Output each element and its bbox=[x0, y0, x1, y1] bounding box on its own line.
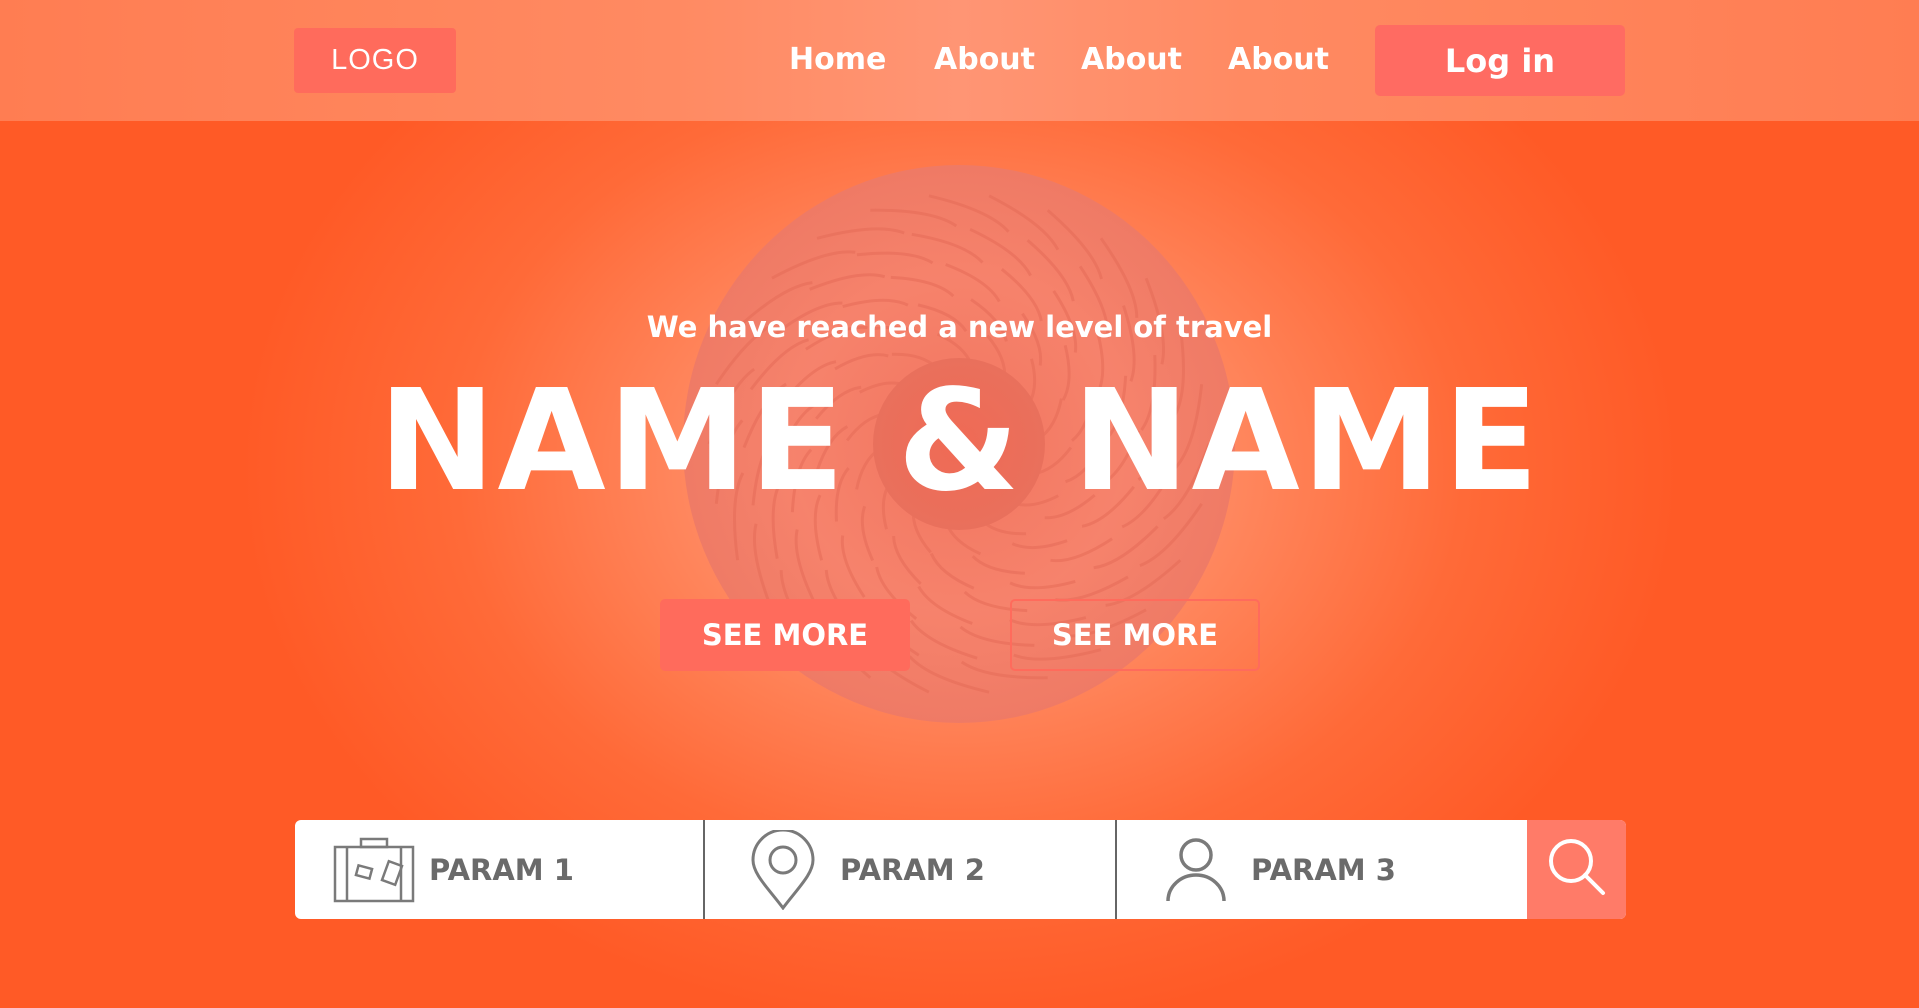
hero-title: NAME & NAME bbox=[378, 360, 1541, 523]
user-icon bbox=[1165, 837, 1227, 903]
param-2-field[interactable]: PARAM 2 bbox=[750, 820, 985, 919]
param-3-field[interactable]: PARAM 3 bbox=[1165, 820, 1396, 919]
location-pin-icon bbox=[750, 829, 816, 910]
param-2-label: PARAM 2 bbox=[840, 852, 985, 887]
search-bar: PARAM 1 PARAM 2 PARAM 3 bbox=[295, 820, 1626, 919]
param-3-label: PARAM 3 bbox=[1251, 852, 1396, 887]
search-button[interactable] bbox=[1527, 820, 1626, 919]
field-divider bbox=[1115, 820, 1117, 919]
nav-about-1[interactable]: About bbox=[934, 42, 1035, 77]
hero-tagline: We have reached a new level of travel bbox=[646, 310, 1273, 344]
param-1-label: PARAM 1 bbox=[429, 852, 574, 887]
nav-home[interactable]: Home bbox=[789, 42, 886, 77]
field-divider bbox=[703, 820, 705, 919]
suitcase-icon bbox=[333, 837, 415, 903]
login-button[interactable]: Log in bbox=[1375, 25, 1625, 96]
search-icon bbox=[1545, 835, 1609, 904]
logo[interactable]: LOGO bbox=[294, 28, 456, 93]
see-more-secondary-button[interactable]: SEE MORE bbox=[1010, 599, 1260, 671]
nav-about-3[interactable]: About bbox=[1228, 42, 1329, 77]
nav-about-2[interactable]: About bbox=[1081, 42, 1182, 77]
site-header: LOGO Home About About About Log in bbox=[0, 0, 1919, 121]
param-1-field[interactable]: PARAM 1 bbox=[333, 820, 574, 919]
see-more-primary-button[interactable]: SEE MORE bbox=[660, 599, 910, 671]
